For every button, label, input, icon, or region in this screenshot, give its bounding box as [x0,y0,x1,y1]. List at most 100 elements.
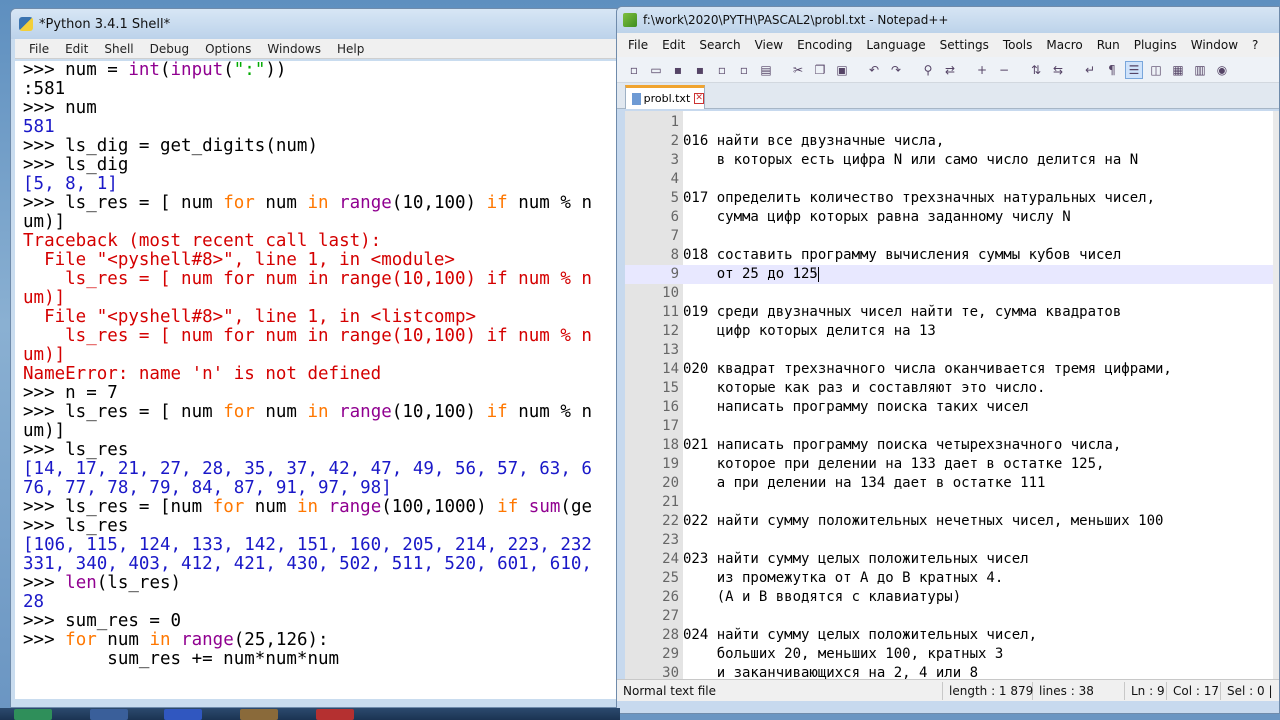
taskbar-app-icon[interactable] [240,709,278,720]
editor-line: 27 [625,607,1275,626]
doc-map-icon[interactable]: ▦ [1169,61,1187,79]
python-shell-window[interactable]: *Python 3.4.1 Shell* File Edit Shell Deb… [10,8,622,708]
taskbar-app-icon[interactable] [164,709,202,720]
shell-text-segment: for [65,630,97,650]
shell-line: File "<pyshell#8>", line 1, in <listcomp… [23,308,592,327]
line-number: 2 [670,133,679,149]
shell-text-segment: NameError: name 'n' is not defined [23,364,382,384]
menu-view[interactable]: View [748,38,790,52]
new-file-icon[interactable]: ▫ [625,61,643,79]
menu-macro[interactable]: Macro [1039,38,1089,52]
notepadpp-window[interactable]: f:\work\2020\PYTH\PASCAL2\probl.txt - No… [616,6,1280,714]
save-icon[interactable]: ▪ [669,61,687,79]
shell-text-segment: >>> [23,630,66,650]
menu-help[interactable]: ? [1245,38,1265,52]
word-wrap-icon[interactable]: ↵ [1081,61,1099,79]
shell-text-segment: range [181,630,234,650]
shell-line: [14, 17, 21, 27, 28, 35, 37, 42, 47, 49,… [23,460,592,479]
menu-language[interactable]: Language [859,38,932,52]
copy-icon[interactable]: ❐ [811,61,829,79]
editor-line: 13 [625,341,1275,360]
close-tab-icon[interactable]: ✕ [694,93,704,104]
line-text: которые как раз и составляют это число. [683,380,1046,396]
undo-icon[interactable]: ↶ [865,61,883,79]
line-number: 8 [670,247,679,263]
line-number: 5 [670,190,679,206]
line-number: 4 [670,171,679,187]
menu-file[interactable]: File [621,38,655,52]
tab-probl-txt[interactable]: probl.txt ✕ [625,85,705,109]
menu-tools[interactable]: Tools [996,38,1040,52]
menu-shell[interactable]: Shell [96,42,141,56]
line-number: 24 [662,551,679,567]
open-file-icon[interactable]: ▭ [647,61,665,79]
redo-icon[interactable]: ↷ [887,61,905,79]
shell-lines: >>> num = int(input(":")):581 >>> num 581 >… [23,61,592,669]
shell-text-segment: >>> ls_dig = get_digits(num) [23,136,319,156]
print-icon[interactable]: ▤ [757,61,775,79]
shell-line: 28 [23,593,592,612]
shell-line: File "<pyshell#8>", line 1, in <module> [23,251,592,270]
shell-line: um)] [23,422,592,441]
editor-text-area[interactable]: 1 2 016 найти все двузначные числа, 3 в кот… [625,111,1279,681]
notepadpp-titlebar[interactable]: f:\work\2020\PYTH\PASCAL2\probl.txt - No… [617,7,1279,33]
taskbar-app-icon[interactable] [14,709,52,720]
menu-run[interactable]: Run [1090,38,1127,52]
shell-text-segment: >>> ls_res = [ num [23,193,224,213]
shell-text-segment: (ge [560,497,593,517]
line-number: 23 [662,532,679,548]
menu-windows[interactable]: Windows [259,42,329,56]
zoom-out-icon[interactable]: − [995,61,1013,79]
shell-text-segment: for [223,402,255,422]
shell-text-area[interactable]: >>> num = int(input(":")):581 >>> num 581 >… [15,61,619,699]
shell-text-segment: len [65,573,97,593]
shell-line: >>> for num in range(25,126): [23,631,592,650]
menu-window[interactable]: Window [1184,38,1245,52]
menu-plugins[interactable]: Plugins [1127,38,1184,52]
menu-options[interactable]: Options [197,42,259,56]
save-all-icon[interactable]: ▪ [691,61,709,79]
python-shell-titlebar[interactable]: *Python 3.4.1 Shell* [11,9,621,39]
menu-edit[interactable]: Edit [655,38,692,52]
editor-line: 14 020 квадрат трехзначного числа оканчив… [625,360,1275,379]
zoom-in-icon[interactable]: + [973,61,991,79]
paste-icon[interactable]: ▣ [833,61,851,79]
status-file-type: Normal text file [617,681,943,700]
menu-edit[interactable]: Edit [57,42,96,56]
window-title: f:\work\2020\PYTH\PASCAL2\probl.txt - No… [643,13,949,27]
line-text: которое при делении на 133 дает в остатк… [683,456,1105,472]
line-number: 17 [662,418,679,434]
shell-text-segment: [106, 115, 124, 133, 142, 151, 160, 205,… [23,535,592,555]
shell-text-segment: >>> ls_dig [23,155,129,175]
shell-text-segment: >>> num = [23,61,129,80]
shell-text-segment: (10,100) [391,402,487,422]
menu-search[interactable]: Search [692,38,747,52]
cut-icon[interactable]: ✂ [789,61,807,79]
indent-guide-icon[interactable]: ☰ [1125,60,1143,79]
close-all-icon[interactable]: ▫ [735,61,753,79]
menu-help[interactable]: Help [329,42,372,56]
replace-icon[interactable]: ⇄ [941,61,959,79]
shell-line: >>> sum_res = 0 [23,612,592,631]
function-list-icon[interactable]: ▥ [1191,61,1209,79]
show-all-chars-icon[interactable]: ¶ [1103,61,1121,79]
shell-text-segment: in [149,630,171,650]
taskbar-app-icon[interactable] [316,709,354,720]
close-file-icon[interactable]: ▫ [713,61,731,79]
monitoring-icon[interactable]: ◉ [1213,61,1231,79]
user-defined-lang-icon[interactable]: ◫ [1147,61,1165,79]
menu-encoding[interactable]: Encoding [790,38,859,52]
line-number: 11 [662,304,679,320]
shell-text-segment: sum [528,497,561,517]
line-number: 13 [662,342,679,358]
menu-debug[interactable]: Debug [142,42,197,56]
sync-vertical-icon[interactable]: ⇅ [1027,61,1045,79]
shell-line: [5, 8, 1] [23,175,592,194]
menu-file[interactable]: File [21,42,57,56]
sync-horizontal-icon[interactable]: ⇆ [1049,61,1067,79]
vertical-scrollbar[interactable] [1273,111,1279,681]
taskbar-app-icon[interactable] [90,709,128,720]
line-number: 15 [662,380,679,396]
find-icon[interactable]: ⚲ [919,61,937,79]
menu-settings[interactable]: Settings [933,38,996,52]
